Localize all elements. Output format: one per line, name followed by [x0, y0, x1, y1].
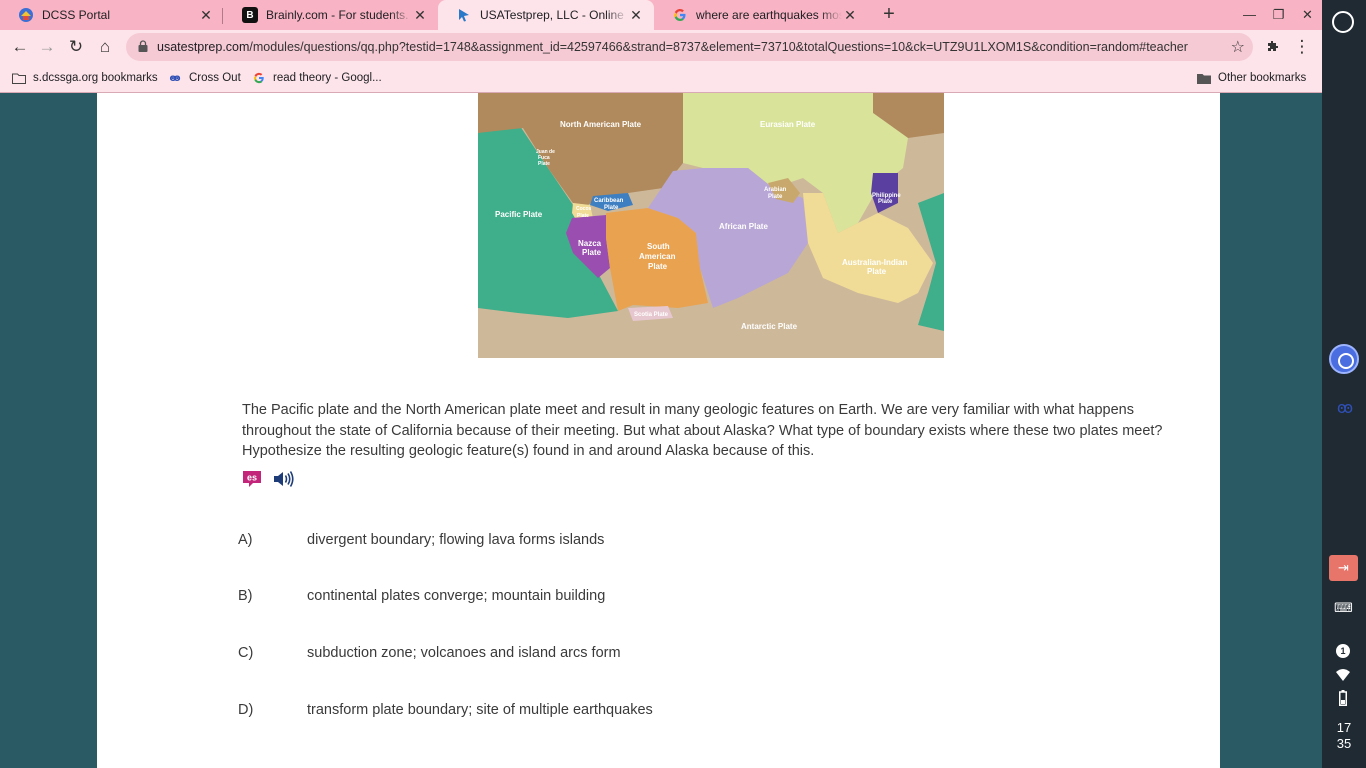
spanish-speech-bubble-icon: es [243, 471, 261, 487]
toolbar: ← → ↻ ⌂ usatestprep.com/modules/question… [0, 30, 1322, 63]
south-american-plate-label: Plate [648, 262, 668, 271]
tab-title: Brainly.com - For students. By students. [266, 8, 412, 22]
tectonic-plates-map: North American Plate Eurasian Plate Juan… [478, 93, 944, 358]
lock-icon [138, 40, 148, 52]
question-page: North American Plate Eurasian Plate Juan… [97, 93, 1220, 768]
bookmark-read-theory[interactable]: read theory - Googl... [252, 63, 382, 93]
keyboard-icon[interactable]: ⌨ [1329, 595, 1358, 621]
browser-chrome: DCSS Portal ✕ B Brainly.com - For studen… [0, 0, 1322, 93]
close-tab-icon[interactable]: ✕ [628, 7, 644, 24]
close-window-icon[interactable]: ✕ [1293, 0, 1322, 30]
url-text: usatestprep.com/modules/questions/qq.php… [157, 33, 1217, 61]
antarctic-plate-label: Antarctic Plate [741, 322, 798, 331]
close-tab-icon[interactable]: ✕ [198, 7, 214, 24]
chrome-app-icon[interactable] [1329, 344, 1359, 374]
australian-indian-plate-label: Plate [867, 267, 887, 276]
bookmark-cross-out[interactable]: ꙭ Cross Out [168, 63, 241, 93]
nazca-plate-label: Plate [582, 248, 602, 257]
owl-icon: ꙭ [169, 72, 181, 84]
cocos-plate-label: Plate [577, 213, 589, 219]
forward-arrow-icon[interactable]: → [34, 34, 60, 60]
tab-usatestprep[interactable]: USATestprep, LLC - Online State-Specific… [438, 0, 654, 30]
exit-icon[interactable]: ⇥ [1329, 555, 1358, 581]
bookmark-dcssga[interactable]: s.dcssga.org bookmarks [12, 63, 158, 93]
google-favicon-icon [672, 7, 688, 23]
african-plate-label: African Plate [719, 222, 768, 231]
system-clock[interactable]: 17 35 [1322, 720, 1366, 752]
tab-separator [222, 8, 223, 24]
close-tab-icon[interactable]: ✕ [412, 7, 428, 24]
speaker-icon [274, 471, 294, 487]
choice-text: continental plates converge; mountain bu… [307, 588, 606, 604]
scotia-plate-label: Scotia Plate [634, 312, 669, 318]
spanish-translate-button[interactable]: es [242, 469, 262, 491]
philippine-plate-label: Plate [878, 199, 893, 205]
choice-text: divergent boundary; flowing lava forms i… [307, 532, 605, 548]
dcss-favicon-icon [18, 7, 34, 23]
extensions-puzzle-icon[interactable] [1260, 34, 1286, 60]
battery-icon[interactable] [1339, 690, 1347, 706]
launcher-circle-icon[interactable] [1332, 11, 1354, 33]
nazca-plate-label: Nazca [578, 239, 602, 248]
tab-strip: DCSS Portal ✕ B Brainly.com - For studen… [0, 0, 1322, 30]
choice-letter: C) [238, 645, 254, 661]
clock-minute: 35 [1336, 736, 1352, 751]
text-to-speech-button[interactable] [272, 469, 294, 491]
australian-indian-plate-label: Australian-Indian [842, 258, 907, 267]
restore-icon[interactable]: ❐ [1264, 0, 1293, 30]
owl-app-icon[interactable]: ꙭ [1331, 398, 1359, 420]
bookmark-label: Cross Out [189, 72, 241, 84]
choice-text: transform plate boundary; site of multip… [307, 702, 653, 718]
caribbean-plate-label: Plate [604, 205, 619, 211]
address-bar[interactable]: usatestprep.com/modules/questions/qq.php… [126, 33, 1253, 61]
choice-letter: A) [238, 532, 253, 548]
arabian-plate-label: Arabian [764, 187, 787, 193]
bookmark-star-icon[interactable]: ☆ [1231, 37, 1245, 57]
tab-title: DCSS Portal [42, 8, 111, 22]
eurasian-plate-label: Eurasian Plate [760, 120, 816, 129]
north-american-plate-label: North American Plate [560, 120, 642, 129]
bookmark-label: s.dcssga.org bookmarks [33, 72, 158, 84]
other-bookmarks-label: Other bookmarks [1218, 72, 1307, 84]
wifi-icon[interactable] [1336, 669, 1350, 681]
url-path: /modules/questions/qq.php?testid=1748&as… [249, 40, 1188, 54]
arabian-plate-label: Plate [768, 194, 783, 200]
clock-hour: 17 [1336, 720, 1352, 735]
url-domain: usatestprep.com [157, 40, 250, 54]
cocos-plate-label: Cocos [576, 206, 592, 212]
caribbean-plate-label: Caribbean [594, 198, 624, 204]
new-tab-icon[interactable]: + [877, 3, 901, 27]
home-icon[interactable]: ⌂ [92, 34, 118, 60]
plate-map-svg: North American Plate Eurasian Plate Juan… [478, 93, 944, 358]
choice-letter: D) [238, 702, 254, 718]
tab-google-search[interactable]: where are earthquakes most likely ✕ [654, 0, 868, 30]
folder-icon [1197, 71, 1211, 85]
juan-de-fuca-plate-label: Plate [538, 161, 550, 167]
folder-icon [12, 71, 26, 85]
tab-dcss-portal[interactable]: DCSS Portal ✕ [0, 0, 224, 30]
bookmarks-bar: s.dcssga.org bookmarks ꙭ Cross Out read … [0, 63, 1322, 93]
south-american-plate-label: South [647, 242, 670, 251]
menu-kebab-icon[interactable]: ⋮ [1289, 34, 1315, 60]
google-icon [252, 71, 266, 85]
south-american-plate-label: American [639, 252, 676, 261]
tab-brainly[interactable]: B Brainly.com - For students. By student… [224, 0, 438, 30]
question-text: The Pacific plate and the North American… [242, 402, 1163, 459]
bookmark-label: read theory - Googl... [273, 72, 382, 84]
notification-badge[interactable]: 1 [1336, 644, 1350, 658]
brainly-favicon-icon: B [242, 7, 258, 23]
other-bookmarks[interactable]: Other bookmarks [1197, 63, 1306, 93]
back-arrow-icon[interactable]: ← [7, 34, 33, 60]
tab-title: USATestprep, LLC - Online State-Specific [480, 8, 628, 22]
tab-title: where are earthquakes most likely [696, 8, 842, 22]
spanish-icon-label: es [247, 473, 257, 483]
close-tab-icon[interactable]: ✕ [842, 7, 858, 24]
reload-icon[interactable]: ↻ [63, 34, 89, 60]
minimize-icon[interactable]: — [1235, 0, 1264, 30]
pacific-plate-label: Pacific Plate [495, 210, 543, 219]
usatestprep-cursor-icon [456, 7, 472, 23]
choice-letter: B) [238, 588, 253, 604]
choice-text: subduction zone; volcanoes and island ar… [307, 645, 621, 661]
